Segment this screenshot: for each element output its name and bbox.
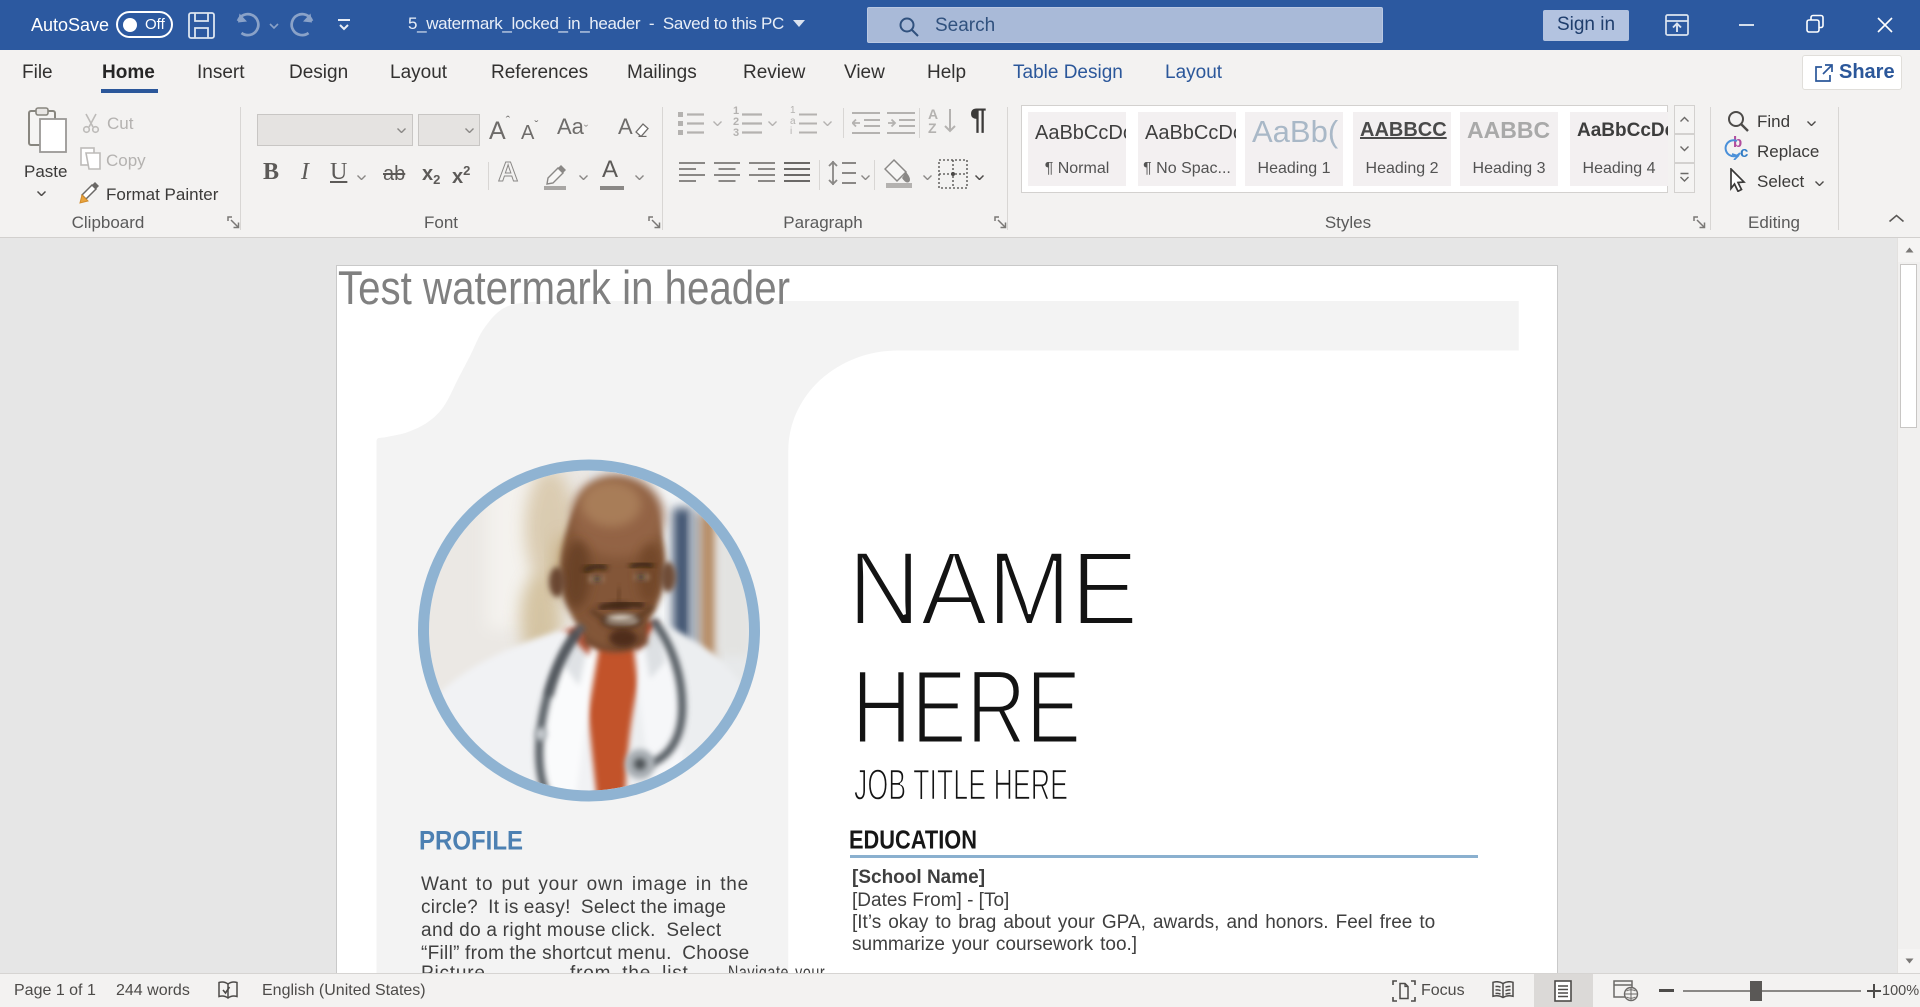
svg-text:HERE: HERE: [852, 649, 1081, 766]
svg-text:EDUCATION: EDUCATION: [849, 826, 977, 854]
svg-text:Test watermark in header: Test watermark in header: [338, 266, 790, 314]
svg-text:NAME: NAME: [848, 531, 1138, 648]
svg-text:PROFILE: PROFILE: [419, 825, 523, 855]
svg-text:JOB TITLE HERE: JOB TITLE HERE: [854, 762, 1068, 810]
